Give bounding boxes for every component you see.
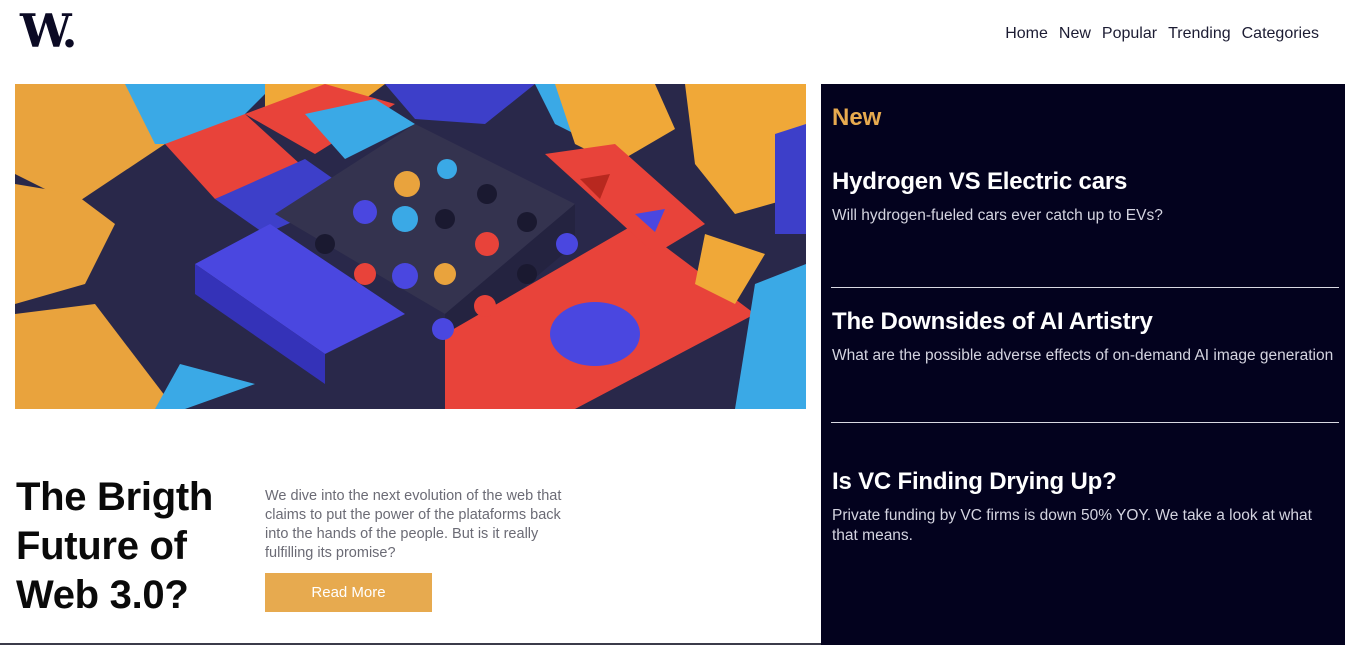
read-more-button[interactable]: Read More	[265, 573, 432, 612]
divider	[831, 287, 1339, 288]
divider	[831, 422, 1339, 423]
site-logo[interactable]: W.	[20, 8, 77, 54]
news-item-summary: What are the possible adverse effects of…	[832, 347, 1334, 364]
page: W. Home New Popular Trending Categories	[0, 0, 1345, 645]
hero-illustration	[15, 84, 806, 409]
nav-home[interactable]: Home	[1005, 25, 1048, 43]
nav-categories[interactable]: Categories	[1242, 25, 1319, 43]
nav-trending[interactable]: Trending	[1168, 25, 1231, 43]
news-item-title[interactable]: Is VC Finding Drying Up?	[832, 468, 1338, 496]
sidebar-heading: New	[832, 104, 882, 131]
news-item-summary: Private funding by VC firms is down 50% …	[832, 507, 1312, 544]
main-nav: Home New Popular Trending Categories	[1005, 25, 1319, 43]
new-articles-sidebar: New Hydrogen VS Electric cars Will hydro…	[821, 84, 1345, 645]
hero-image	[15, 84, 806, 409]
hero-description: We dive into the next evolution of the w…	[265, 488, 562, 561]
news-item-summary: Will hydrogen-fueled cars ever catch up …	[832, 207, 1163, 224]
news-item-hydrogen[interactable]: Hydrogen VS Electric cars Will hydrogen-…	[832, 168, 1338, 226]
news-item-vc-funding[interactable]: Is VC Finding Drying Up? Private funding…	[832, 468, 1338, 546]
news-item-title[interactable]: Hydrogen VS Electric cars	[832, 168, 1338, 196]
news-item-ai-artistry[interactable]: The Downsides of AI Artistry What are th…	[832, 308, 1338, 366]
nav-new[interactable]: New	[1059, 25, 1091, 43]
news-item-title[interactable]: The Downsides of AI Artistry	[832, 308, 1338, 336]
hero-title: The Brigth Future of Web 3.0?	[16, 475, 213, 617]
nav-popular[interactable]: Popular	[1102, 25, 1157, 43]
